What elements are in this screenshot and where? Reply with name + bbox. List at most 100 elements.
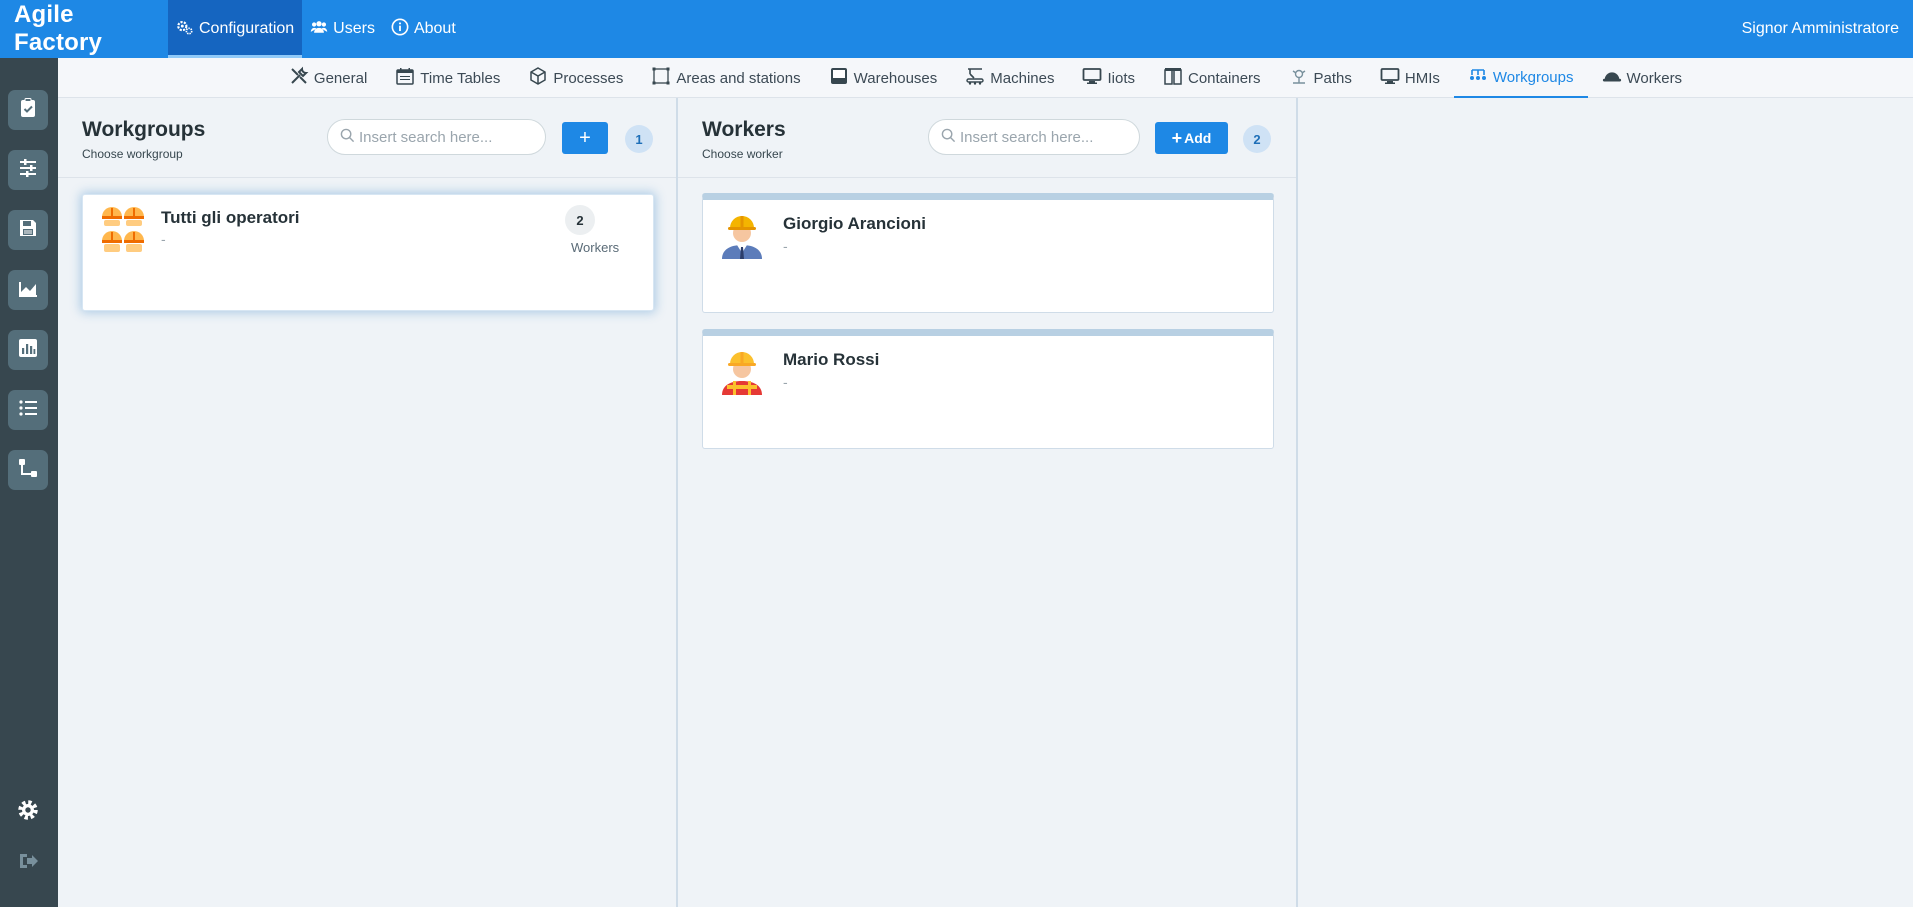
workgroup-card[interactable]: Tutti gli operatori - 2 Workers <box>82 194 654 311</box>
sidebar-item-flow[interactable] <box>8 450 48 490</box>
tab-machines-label: Machines <box>990 69 1055 87</box>
tab-workers-label: Workers <box>1626 69 1683 87</box>
worker-name: Giorgio Arancioni <box>783 214 926 233</box>
tab-general-label: General <box>313 69 368 87</box>
workgroups-title: Workgroups <box>82 118 206 141</box>
workers-title: Workers <box>702 118 786 141</box>
tab-hmis-label: HMIs <box>1404 69 1440 87</box>
tab-workgroups-label: Workgroups <box>1492 68 1574 86</box>
workgroup-workers-label: Workers <box>571 240 620 255</box>
tab-areas-and-stations[interactable]: Areas and stations <box>637 58 814 98</box>
workers-search-input[interactable] <box>960 128 1135 146</box>
tab-workgroups[interactable]: Workgroups <box>1453 58 1588 98</box>
tab-general[interactable]: General <box>275 58 381 98</box>
tab-machines[interactable]: Machines <box>951 58 1068 98</box>
tab-processes-label: Processes <box>553 69 624 87</box>
worker-avatar-helmet-orange <box>719 211 765 263</box>
workgroups-search[interactable] <box>327 119 546 155</box>
add-worker-button[interactable]: + Add <box>1155 122 1228 154</box>
tab-warehouses-label: Warehouses <box>853 69 938 87</box>
factory-icon <box>17 277 39 303</box>
bar-chart-icon <box>17 337 39 363</box>
tab-warehouses[interactable]: Warehouses <box>815 58 952 98</box>
tab-areas-and-stations-label: Areas and stations <box>676 69 801 87</box>
clipboard-check-icon <box>17 97 39 123</box>
tools-icon <box>289 66 309 90</box>
workgroup-description: - <box>161 231 166 247</box>
sidebar-item-settings[interactable] <box>14 798 42 826</box>
monitor-icon <box>1380 66 1400 90</box>
save-icon <box>17 217 39 243</box>
helmet-icon <box>1602 66 1622 90</box>
sidebar-item-settings-sliders[interactable] <box>8 150 48 190</box>
user-menu[interactable]: Signor Amministratore <box>1742 0 1899 58</box>
inbox-icon <box>829 66 849 90</box>
topnav-configuration-label: Configuration <box>199 20 295 37</box>
plus-icon: + <box>1171 127 1183 148</box>
workers-panel: Workers Choose worker + Add 2 Giorgio Ar… <box>678 98 1298 907</box>
topnav-about-label: About <box>413 20 456 37</box>
list-icon <box>17 397 39 423</box>
sidebar-item-save[interactable] <box>8 210 48 250</box>
tab-processes[interactable]: Processes <box>514 58 637 98</box>
workgroups-search-input[interactable] <box>359 128 539 146</box>
monitor-icon <box>1082 66 1102 90</box>
area-icon <box>651 66 671 90</box>
flow-icon <box>17 457 39 483</box>
topnav-configuration[interactable]: Configuration <box>168 0 303 58</box>
sliders-icon <box>17 157 39 183</box>
tab-iiots[interactable]: Iiots <box>1068 58 1149 98</box>
tab-containers[interactable]: Containers <box>1149 58 1275 98</box>
info-icon <box>391 18 409 41</box>
worker-description: - <box>783 238 788 254</box>
topnav-users[interactable]: Users <box>302 0 383 58</box>
workers-subtitle: Choose worker <box>702 147 783 161</box>
sidebar-item-list[interactable] <box>8 390 48 430</box>
topnav-users-label: Users <box>333 20 375 37</box>
workers-count-badge: 2 <box>1243 125 1271 153</box>
add-worker-label: Add <box>1184 130 1212 146</box>
workgroup-workers-count: 2 <box>565 205 595 235</box>
worker-description: - <box>783 374 788 390</box>
worker-card[interactable]: Mario Rossi - <box>702 329 1274 449</box>
cube-icon <box>528 66 548 90</box>
workgroups-panel: Workgroups Choose workgroup + 1 <box>58 98 678 907</box>
sidebar-item-factory[interactable] <box>8 270 48 310</box>
sidebar-item-reports[interactable] <box>8 330 48 370</box>
workgroups-count-badge: 1 <box>625 125 653 153</box>
search-icon <box>340 128 355 147</box>
search-icon <box>941 128 956 147</box>
tab-workers[interactable]: Workers <box>1588 58 1697 98</box>
calendar-icon <box>395 66 415 90</box>
sidebar-item-logout[interactable] <box>14 849 42 877</box>
worker-name: Mario Rossi <box>783 350 880 369</box>
tab-iiots-label: Iiots <box>1107 69 1135 87</box>
app-title[interactable]: Agile Factory <box>0 1 168 57</box>
workers-search[interactable] <box>928 119 1140 155</box>
workgroups-header: Workgroups Choose workgroup + 1 <box>58 98 676 178</box>
sidebar <box>0 58 58 907</box>
tab-paths[interactable]: Paths <box>1275 58 1366 98</box>
logout-icon <box>16 849 40 877</box>
gear-icon <box>15 797 41 827</box>
top-nav: Configuration Users About <box>168 0 464 58</box>
tab-time-tables[interactable]: Time Tables <box>381 58 514 98</box>
users-icon <box>310 18 328 41</box>
config-tabs: General Time Tables Processes Areas and … <box>58 58 1913 98</box>
workgroup-avatar <box>101 205 145 257</box>
worker-card[interactable]: Giorgio Arancioni - <box>702 193 1274 313</box>
top-bar: Agile Factory Configuration Users About … <box>0 0 1913 58</box>
tab-hmis[interactable]: HMIs <box>1366 58 1454 98</box>
gears-icon <box>176 18 194 41</box>
robot-icon <box>1289 66 1309 90</box>
workers-header: Workers Choose worker + Add 2 <box>678 98 1296 178</box>
workgroup-name: Tutti gli operatori <box>161 208 300 227</box>
workgroups-subtitle: Choose workgroup <box>82 147 183 161</box>
sidebar-item-tasks[interactable] <box>8 90 48 130</box>
container-icon <box>1163 66 1183 90</box>
tab-paths-label: Paths <box>1313 69 1352 87</box>
topnav-about[interactable]: About <box>383 0 464 58</box>
worker-avatar-helmet-yellow <box>719 347 765 399</box>
add-workgroup-button[interactable]: + <box>562 122 608 154</box>
tab-containers-label: Containers <box>1188 69 1261 87</box>
